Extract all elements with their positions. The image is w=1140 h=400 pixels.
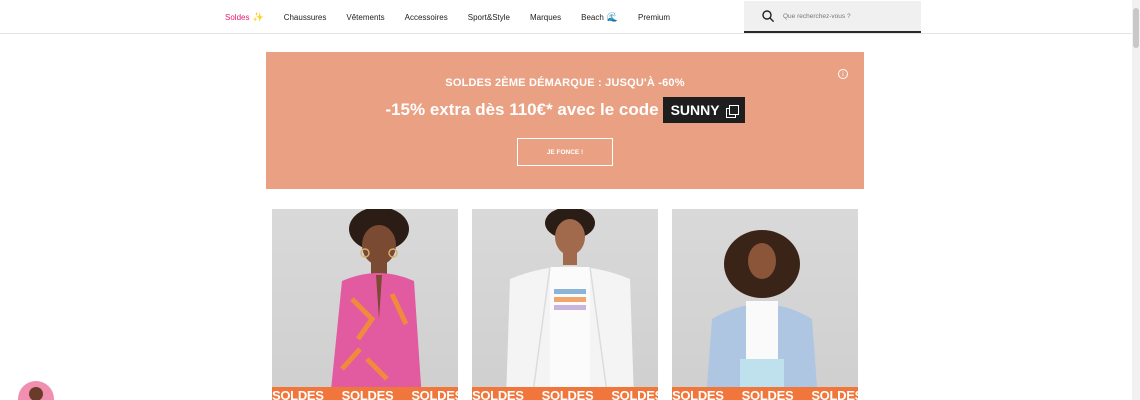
nav-item-accessoires[interactable]: Accessoires (405, 12, 448, 23)
soldes-ribbon: SOLDESSOLDESSOLDESSOLDES (672, 387, 858, 400)
promo-code: SUNNY (670, 102, 720, 118)
search-icon[interactable] (762, 10, 774, 22)
nav-item-label: Vêtements (346, 13, 385, 22)
model-man-illustration (506, 209, 634, 400)
nav-item-label: Accessoires (404, 13, 448, 22)
nav-item-label: Chaussures (283, 13, 327, 22)
product-card-kids[interactable]: SOLDESSOLDESSOLDESSOLDES (672, 209, 858, 400)
product-image (472, 209, 658, 400)
nav-item-label: Soldes (225, 13, 250, 22)
soldes-ribbon: SOLDESSOLDESSOLDESSOLDES (472, 387, 658, 400)
model-girl-illustration (706, 230, 818, 400)
product-card-women[interactable]: SOLDESSOLDESSOLDESSOLDES (272, 209, 458, 400)
sparkles-icon: ✨ (252, 12, 264, 22)
ribbon-text: SOLDES (341, 388, 394, 400)
ribbon-text: SOLDES (811, 388, 858, 400)
nav-item-label: Beach (581, 13, 604, 22)
search-bar[interactable] (744, 1, 921, 33)
top-navigation-bar: Soldes ✨ Chaussures Vêtements Accessoire… (0, 0, 1132, 34)
ribbon-text: SOLDES (741, 388, 794, 400)
nav-item-premium[interactable]: Premium (638, 12, 670, 23)
nav-item-label: Sport&Style (467, 13, 510, 22)
wave-icon: 🌊 (606, 12, 619, 22)
ribbon-text: SOLDES (411, 388, 458, 400)
nav-item-beach[interactable]: Beach 🌊 (581, 12, 618, 23)
ribbon-text: SOLDES (541, 388, 594, 400)
nav-item-label: Marques (530, 13, 562, 22)
promo-headline-text: -15% extra dès 110€* avec le code (385, 100, 659, 119)
main-nav: Soldes ✨ Chaussures Vêtements Accessoire… (225, 12, 690, 23)
model-woman-illustration (330, 209, 422, 400)
search-input[interactable] (783, 12, 903, 20)
soldes-ribbon: SOLDESSOLDESSOLDESSOLDES (272, 387, 458, 400)
ribbon-text: SOLDES (672, 388, 724, 400)
product-image (672, 209, 858, 400)
promo-banner: i SOLDES 2ÈME DÉMARQUE : JUSQU'À -60% -1… (266, 52, 864, 189)
scrollbar-thumb[interactable] (1133, 8, 1139, 48)
nav-item-label: Premium (638, 13, 671, 22)
promo-kicker: SOLDES 2ÈME DÉMARQUE : JUSQU'À -60% (445, 77, 685, 89)
copy-icon (725, 104, 739, 118)
avatar-icon (29, 387, 43, 400)
product-card-men[interactable]: SOLDESSOLDESSOLDESSOLDES (472, 209, 658, 400)
je-fonce-button[interactable]: JE FONCE ! (517, 138, 613, 166)
nav-item-sport-style[interactable]: Sport&Style (468, 12, 510, 23)
promo-code-copy-button[interactable]: SUNNY (662, 97, 745, 123)
nav-item-soldes[interactable]: Soldes ✨ (225, 12, 264, 23)
ribbon-text: SOLDES (472, 388, 524, 400)
product-image (272, 209, 458, 400)
nav-item-chaussures[interactable]: Chaussures (284, 12, 327, 23)
nav-item-vetements[interactable]: Vêtements (346, 12, 384, 23)
nav-item-marques[interactable]: Marques (530, 12, 561, 23)
page-scrollbar[interactable] (1132, 0, 1140, 400)
chat-avatar-button[interactable] (18, 381, 54, 400)
ribbon-text: SOLDES (611, 388, 658, 400)
promo-headline: -15% extra dès 110€* avec le code SUNNY (266, 97, 864, 123)
ribbon-text: SOLDES (272, 388, 324, 400)
